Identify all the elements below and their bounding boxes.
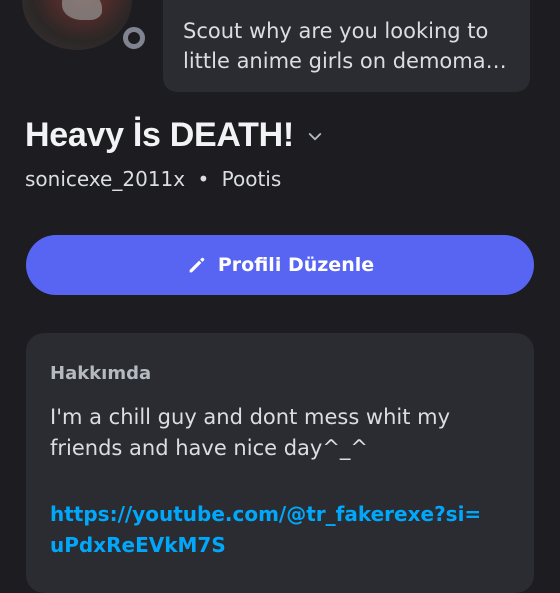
display-name: Heavy İs DEATH! — [25, 116, 294, 154]
username-row: sonicexe_2011x • Pootis — [25, 167, 281, 191]
username: sonicexe_2011x — [25, 167, 186, 191]
edit-profile-label: Profili Düzenle — [217, 254, 375, 276]
bio-line-2: friends and have nice day^_^ — [50, 436, 369, 460]
link-line-2: uPdxReEVkM7S — [50, 533, 226, 557]
about-me-card: Hakkımda I'm a chill guy and dont mess w… — [26, 333, 534, 593]
avatar[interactable] — [22, 0, 132, 50]
chevron-down-icon[interactable] — [306, 128, 324, 146]
about-me-heading: Hakkımda — [50, 363, 152, 384]
pencil-icon — [189, 257, 205, 273]
about-me-text: I'm a chill guy and dont mess whit my fr… — [50, 402, 510, 464]
separator-dot: • — [197, 167, 210, 191]
display-name-row[interactable]: Heavy İs DEATH! — [25, 116, 324, 155]
youtube-link[interactable]: https://youtube.com/@tr_fakerexe?si= uPd… — [50, 499, 510, 561]
custom-status-bubble[interactable]: Scout why are you looking to little anim… — [163, 0, 530, 92]
status-text-line-1: Scout why are you looking to — [183, 19, 489, 43]
status-indicator — [119, 23, 149, 53]
edit-profile-button[interactable]: Profili Düzenle — [26, 235, 534, 295]
offline-status-icon — [123, 27, 145, 49]
status-text-line-2: little anime girls on demoman... — [183, 49, 510, 73]
bio-line-1: I'm a chill guy and dont mess whit my — [50, 405, 451, 429]
link-line-1: https://youtube.com/@tr_fakerexe?si= — [50, 502, 482, 526]
pronouns: Pootis — [221, 167, 282, 191]
